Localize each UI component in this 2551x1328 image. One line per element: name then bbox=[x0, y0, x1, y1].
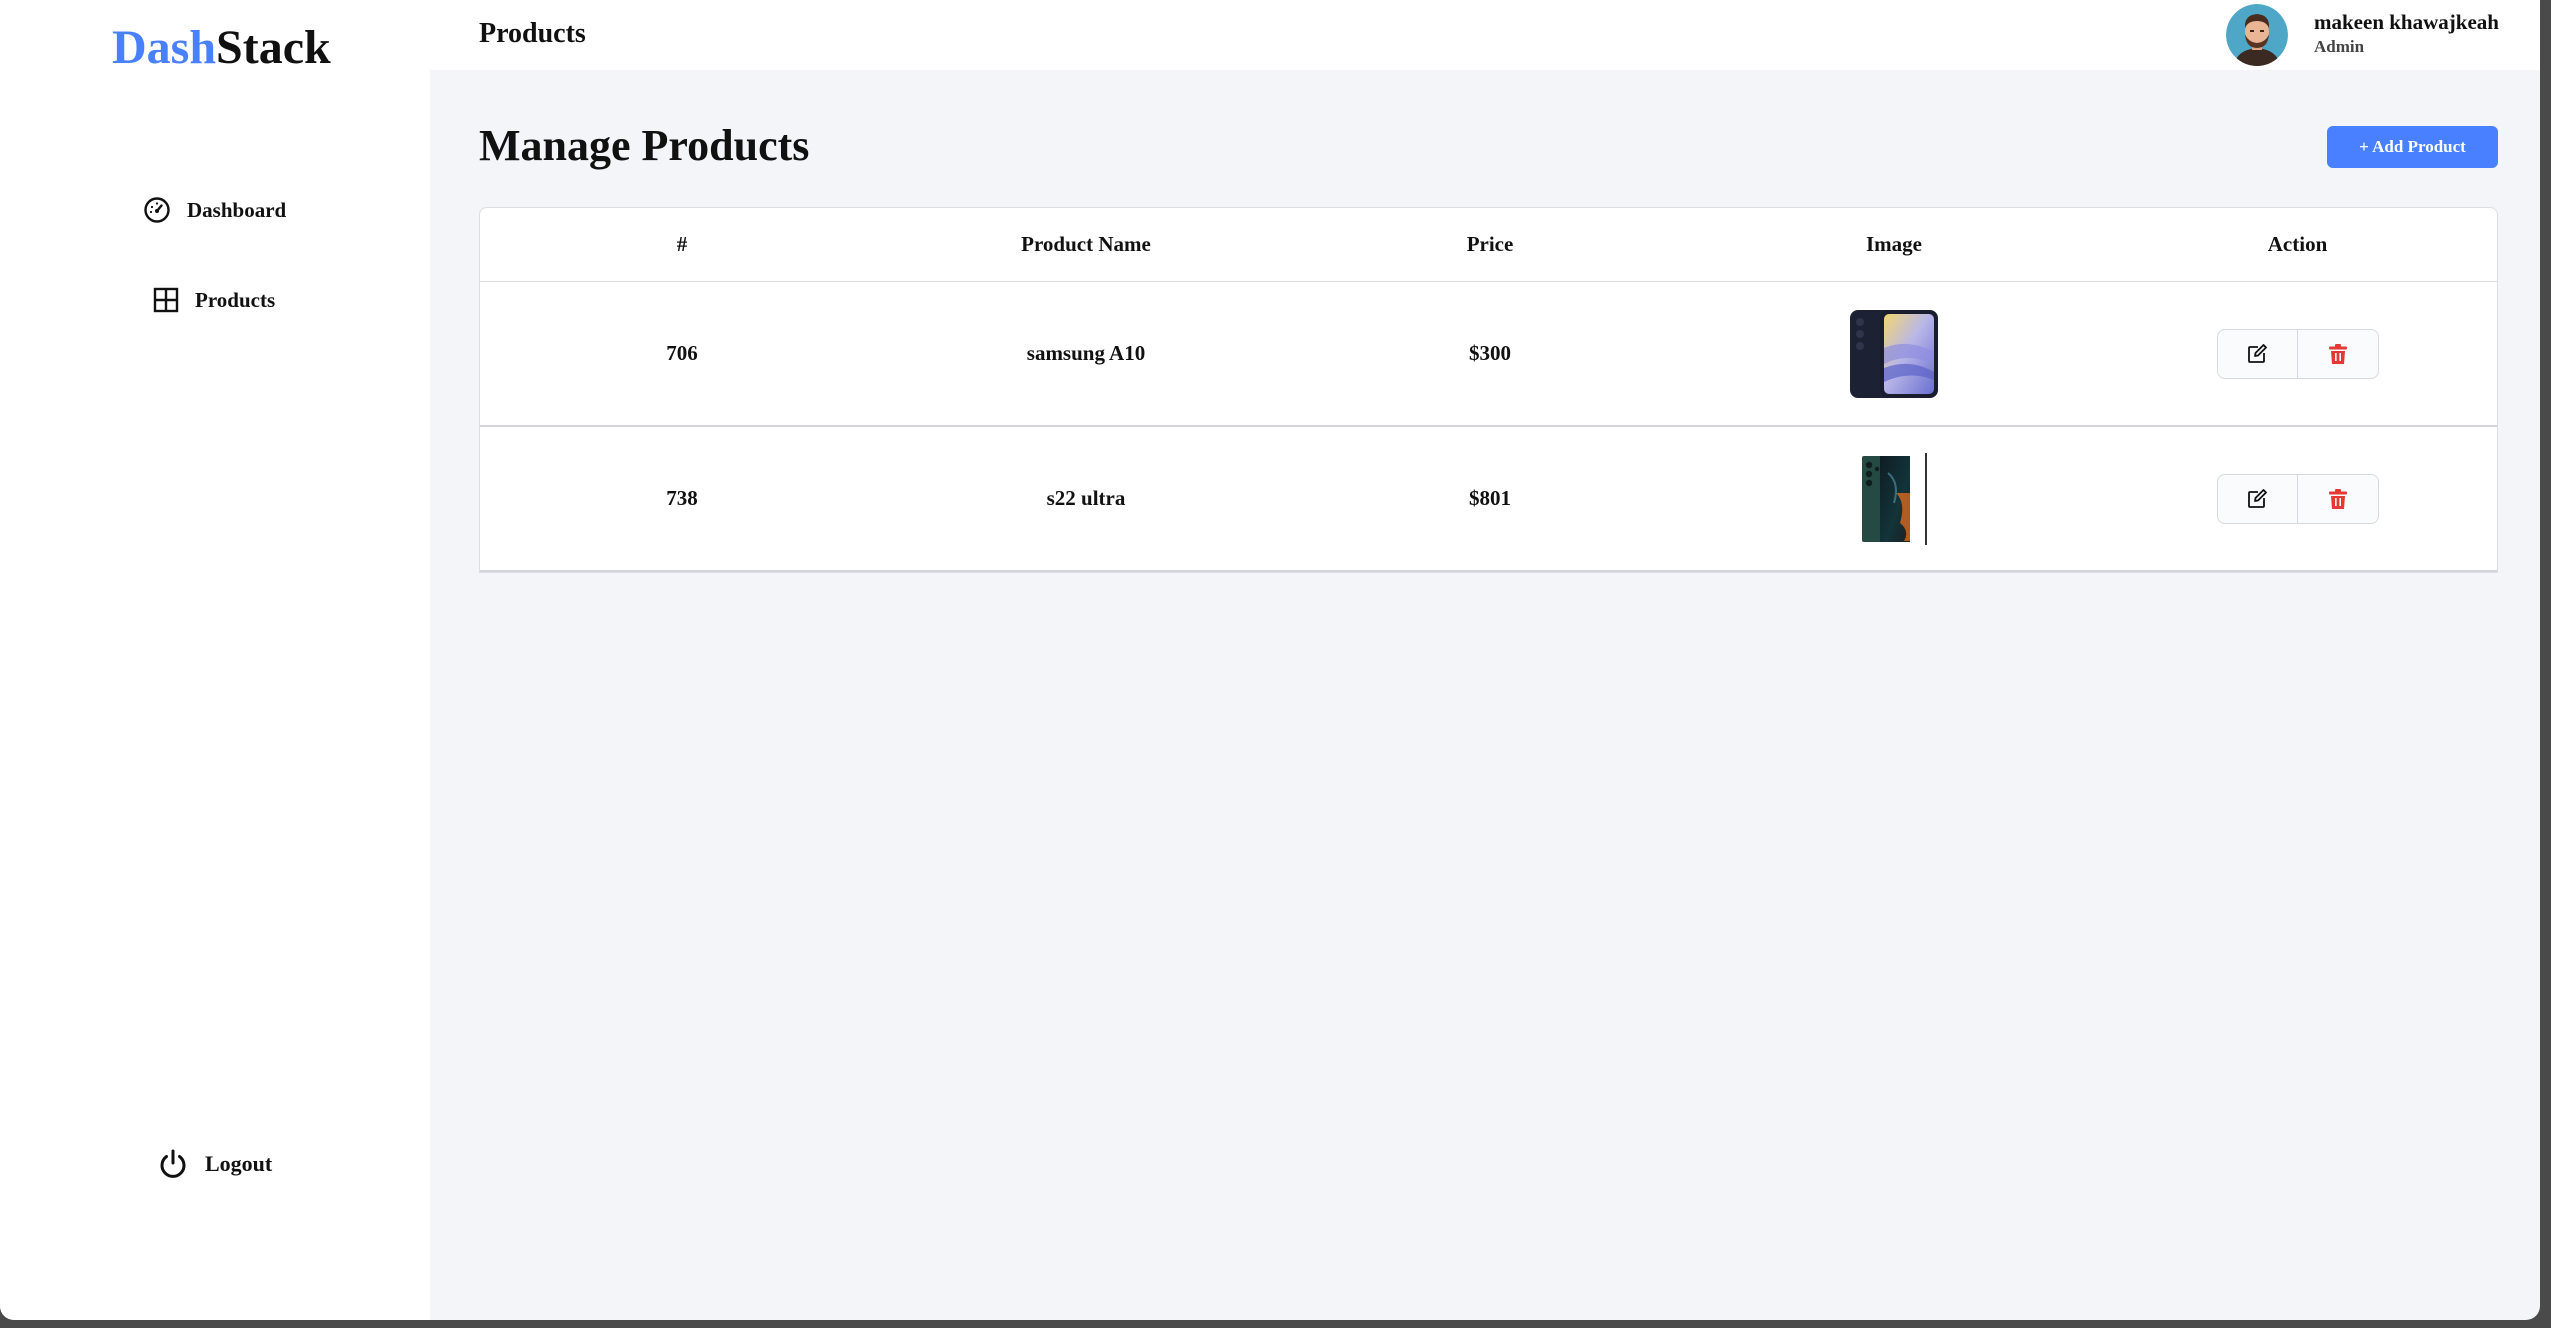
action-group bbox=[2216, 473, 2379, 524]
product-id: 738 bbox=[666, 486, 698, 510]
phone-green-image bbox=[1862, 452, 1927, 545]
brand-part1: Dash bbox=[112, 21, 217, 74]
edit-button[interactable] bbox=[2218, 475, 2298, 523]
sidebar-item-dashboard[interactable]: Dashboard bbox=[143, 196, 286, 224]
page-title: Products bbox=[479, 18, 586, 49]
delete-button[interactable] bbox=[2297, 474, 2378, 523]
product-price: $801 bbox=[1469, 486, 1511, 510]
logout-button[interactable]: Logout bbox=[157, 1148, 272, 1180]
trash-icon bbox=[2328, 343, 2347, 364]
products-table: # Product Name Price Image Action 706 sa… bbox=[479, 207, 2498, 573]
power-icon bbox=[160, 1149, 186, 1178]
sidebar: DashStack Dashboard Products Logout bbox=[0, 0, 430, 1320]
user-role: Admin bbox=[2314, 37, 2365, 56]
logout-label: Logout bbox=[205, 1151, 273, 1176]
column-header-action: Action bbox=[2267, 232, 2328, 256]
edit-button[interactable] bbox=[2218, 330, 2298, 378]
edit-icon bbox=[2248, 343, 2268, 363]
brand-logo[interactable]: DashStack bbox=[112, 20, 331, 75]
column-header-image: Image bbox=[1866, 232, 1922, 256]
column-header-name: Product Name bbox=[1021, 232, 1151, 256]
phone-blue-yellow-image bbox=[1850, 309, 1938, 398]
top-header: Products makeen khawajkeah Admin bbox=[430, 0, 2540, 70]
product-id: 706 bbox=[666, 341, 698, 365]
manage-products-heading: Manage Products bbox=[479, 121, 810, 170]
action-cell bbox=[2096, 427, 2499, 570]
sidebar-item-label: Dashboard bbox=[187, 197, 287, 222]
speedometer-icon bbox=[144, 197, 170, 223]
app-window: DashStack Dashboard Products Logout Prod… bbox=[0, 0, 2540, 1320]
table-row: 738 s22 ultra $801 bbox=[480, 427, 2497, 572]
user-name: makeen khawajkeah bbox=[2314, 10, 2499, 34]
column-header-price: Price bbox=[1466, 232, 1514, 256]
delete-button[interactable] bbox=[2297, 329, 2378, 378]
action-cell bbox=[2096, 282, 2499, 425]
edit-icon bbox=[2248, 488, 2268, 508]
grid-icon bbox=[153, 287, 179, 313]
avatar[interactable] bbox=[2226, 4, 2288, 66]
table-row: 706 samsung A10 $300 bbox=[480, 282, 2497, 427]
user-avatar-icon bbox=[2226, 4, 2288, 66]
product-price: $300 bbox=[1469, 341, 1511, 365]
sidebar-item-products[interactable]: Products bbox=[153, 287, 275, 313]
product-image-cell bbox=[1692, 282, 2096, 425]
add-product-button[interactable]: + Add Product bbox=[2327, 126, 2498, 168]
sidebar-item-label: Products bbox=[195, 287, 276, 312]
table-header-row: # Product Name Price Image Action bbox=[480, 208, 2497, 282]
trash-icon bbox=[2328, 488, 2347, 509]
column-header-id: # bbox=[676, 232, 688, 256]
action-group bbox=[2216, 328, 2379, 379]
product-name: samsung A10 bbox=[1026, 341, 1146, 365]
product-image-cell bbox=[1692, 427, 2096, 570]
brand-part2: Stack bbox=[216, 21, 331, 74]
product-name: s22 ultra bbox=[1046, 486, 1126, 510]
